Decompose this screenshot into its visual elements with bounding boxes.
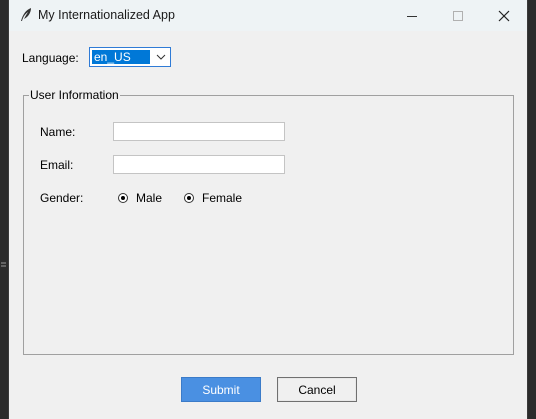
- window-title: My Internationalized App: [38, 8, 175, 22]
- email-field[interactable]: [113, 155, 285, 174]
- gender-label: Gender:: [40, 191, 84, 205]
- radio-selected-icon[interactable]: [184, 193, 194, 203]
- gender-option-label: Male: [136, 191, 163, 205]
- gender-radio-male[interactable]: Male: [118, 191, 162, 205]
- cancel-button[interactable]: Cancel: [277, 377, 357, 402]
- language-selected-value: en_US: [92, 50, 150, 64]
- radio-selected-icon[interactable]: [118, 193, 128, 203]
- gender-option-label: Female: [202, 191, 243, 205]
- maximize-icon: [453, 10, 463, 21]
- title-bar[interactable]: My Internationalized App: [9, 0, 527, 31]
- close-button[interactable]: [481, 0, 527, 31]
- gender-radio-female[interactable]: Female: [184, 191, 242, 205]
- name-label: Name:: [40, 125, 76, 139]
- close-icon: [498, 10, 510, 21]
- minimize-button[interactable]: [389, 0, 435, 31]
- name-field[interactable]: [113, 122, 285, 141]
- language-select[interactable]: en_US: [89, 47, 171, 67]
- feather-icon: [18, 7, 34, 23]
- maximize-button[interactable]: [435, 0, 481, 31]
- email-label: Email:: [40, 158, 74, 172]
- minimize-icon: [407, 15, 417, 17]
- language-label: Language:: [22, 51, 79, 65]
- app-window: My Internationalized App Language: en_US…: [8, 0, 528, 419]
- submit-button[interactable]: Submit: [181, 377, 261, 402]
- window-edge-grip-icon: [1, 255, 6, 267]
- user-information-title: User Information: [29, 88, 120, 102]
- chevron-down-icon[interactable]: [152, 48, 170, 66]
